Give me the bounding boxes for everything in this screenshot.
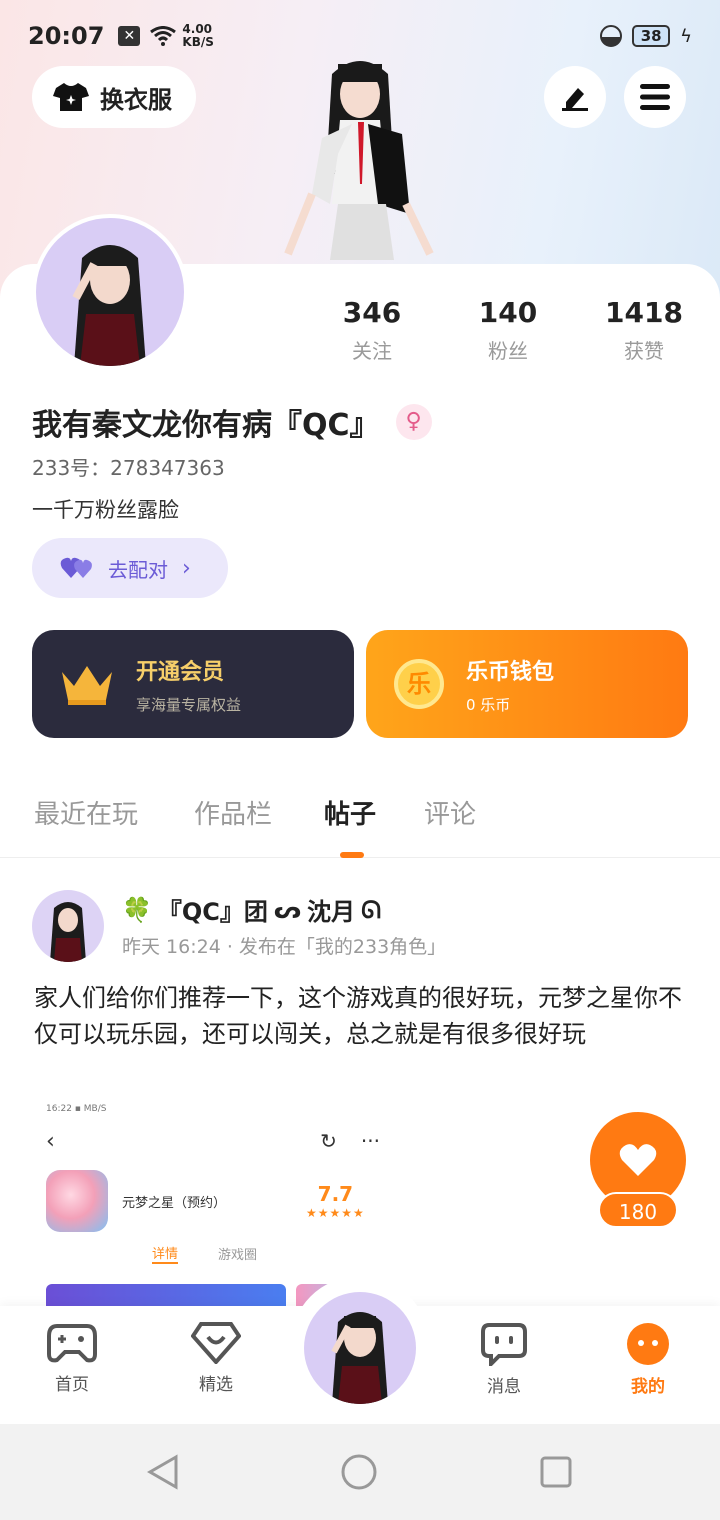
image-score-stars: ★★★★★ — [306, 1206, 365, 1220]
match-label: 去配对 — [108, 557, 168, 582]
swirl-icon: ᔕ — [273, 895, 302, 924]
stat-likes-value: 1418 — [605, 296, 683, 329]
system-nav-bar — [0, 1424, 720, 1520]
charging-icon: ϟ — [680, 25, 692, 47]
nav-messages-label: 消息 — [487, 1377, 521, 1397]
bio: 一千万粉丝露脸 — [32, 498, 179, 522]
image-score-value: 7.7 — [317, 1182, 354, 1206]
image-app-icon — [46, 1170, 108, 1232]
like-count: 180 — [598, 1192, 678, 1228]
menu-button[interactable] — [624, 66, 686, 128]
stat-followers[interactable]: 140 粉丝 — [448, 296, 568, 364]
nav-avatar-portrait — [331, 1312, 388, 1404]
username: 我有秦文龙你有病『QC』 ♀ — [32, 400, 432, 444]
wifi-icon — [150, 26, 177, 46]
post-avatar-portrait — [50, 902, 86, 962]
image-app-name: 元梦之星（预约） — [122, 1195, 227, 1211]
content-tabs: 最近在玩 作品栏 帖子 评论 — [0, 780, 720, 858]
edit-button[interactable] — [544, 66, 606, 128]
nav-featured[interactable]: 精选 — [176, 1322, 256, 1395]
image-more-icon: ··· — [360, 1129, 380, 1153]
nav-avatar-button[interactable] — [304, 1292, 416, 1404]
vip-title: 开通会员 — [136, 659, 225, 685]
gamepad-icon — [47, 1324, 97, 1363]
pen-icon — [562, 88, 588, 111]
change-outfit-label: 换衣服 — [100, 85, 172, 114]
notification-icon: ✕ — [118, 26, 141, 46]
crown-icon — [62, 666, 112, 705]
nav-featured-label: 精选 — [199, 1375, 233, 1395]
battery-icon: 38 — [632, 25, 671, 47]
image-tab-details: 详情 — [152, 1243, 179, 1264]
tab-recent-play[interactable]: 最近在玩 — [34, 794, 138, 831]
nav-home[interactable]: 首页 — [32, 1322, 112, 1395]
vip-subtitle: 享海量专属权益 — [136, 695, 242, 714]
post-author-suffix: 沈月 — [307, 898, 356, 926]
stat-following-label: 关注 — [352, 339, 392, 363]
match-button[interactable]: 去配对 › — [32, 538, 228, 598]
image-status-bar: 16:22 ▪ MB/S — [46, 1104, 107, 1114]
nav-me[interactable]: 我的 — [608, 1322, 688, 1397]
tab-indicator — [340, 852, 364, 858]
tab-works[interactable]: 作品栏 — [194, 794, 272, 831]
back-triangle-icon[interactable] — [146, 1454, 180, 1490]
wallet-title: 乐币钱包 — [466, 659, 555, 685]
stat-followers-label: 粉丝 — [488, 339, 528, 363]
image-tab-circle: 游戏圈 — [218, 1247, 258, 1263]
swirl-icon-2: ᘏ — [361, 895, 382, 924]
nav-home-label: 首页 — [55, 1375, 89, 1395]
stat-following[interactable]: 346 关注 — [312, 296, 432, 364]
image-app-row: 元梦之星（预约） 7.7 ★★★★★ — [32, 1166, 394, 1236]
home-circle-icon[interactable] — [340, 1453, 378, 1491]
diamond-heart-icon — [191, 1322, 241, 1364]
avatar-portrait — [72, 245, 146, 366]
tshirt-icon — [53, 83, 89, 111]
net-speed: 4.00 KB/S — [182, 23, 213, 49]
image-back-icon: ‹ — [46, 1128, 55, 1154]
image-app-score: 7.7 ★★★★★ — [306, 1182, 365, 1220]
heart-icon — [619, 1144, 657, 1176]
stat-likes-label: 获赞 — [624, 339, 664, 363]
female-icon: ♀ — [395, 404, 432, 440]
change-outfit-button[interactable]: 换衣服 — [32, 66, 196, 128]
stat-following-value: 346 — [342, 296, 402, 329]
data-saver-icon — [600, 25, 623, 47]
coin-icon: 乐 — [394, 659, 444, 709]
vip-card[interactable]: 开通会员 享海量专属权益 — [32, 630, 354, 738]
nav-messages[interactable]: 消息 — [464, 1322, 544, 1397]
post-meta: 昨天 16:24 · 发布在「我的233角色」 — [122, 936, 447, 958]
clover-icon: 🍀 — [122, 895, 152, 924]
nav-me-label: 我的 — [631, 1377, 665, 1397]
chat-icon — [481, 1323, 527, 1366]
image-share-icon: ↻ — [320, 1129, 337, 1153]
stat-likes[interactable]: 1418 获赞 — [584, 296, 704, 364]
profile-avatar[interactable] — [32, 214, 188, 370]
net-speed-unit: KB/S — [182, 35, 214, 49]
post-author-name: 『QC』团 — [157, 898, 268, 926]
post-text: 家人们给你们推荐一下，这个游戏真的很好玩，元梦之星你不仅可以玩乐园，还可以闯关，… — [34, 984, 682, 1048]
wallet-card[interactable]: 乐 乐币钱包 0 乐币 — [366, 630, 688, 738]
image-nav: ‹ ↻ ··· — [32, 1116, 394, 1166]
tab-comments[interactable]: 评论 — [424, 794, 476, 831]
menu-icon — [640, 84, 670, 110]
user-id[interactable]: 233号：278347363 — [32, 452, 225, 481]
stat-followers-value: 140 — [478, 296, 538, 329]
hearts-icon — [60, 557, 92, 578]
profile-face-icon — [627, 1323, 669, 1365]
username-text: 我有秦文龙你有病『QC』 — [32, 408, 380, 443]
status-time: 20:07 — [28, 22, 105, 50]
tab-posts[interactable]: 帖子 — [324, 794, 376, 831]
chevron-right-icon: › — [182, 555, 191, 581]
avatar-3d-character[interactable] — [282, 54, 438, 266]
post-author-avatar[interactable] — [32, 890, 104, 962]
post-author[interactable]: 🍀 『QC』团 ᔕ 沈月 ᘏ — [122, 892, 381, 927]
recents-square-icon[interactable] — [539, 1455, 573, 1489]
image-tabs: 详情 游戏圈 — [32, 1236, 394, 1270]
wallet-subtitle: 0 乐币 — [466, 695, 511, 714]
